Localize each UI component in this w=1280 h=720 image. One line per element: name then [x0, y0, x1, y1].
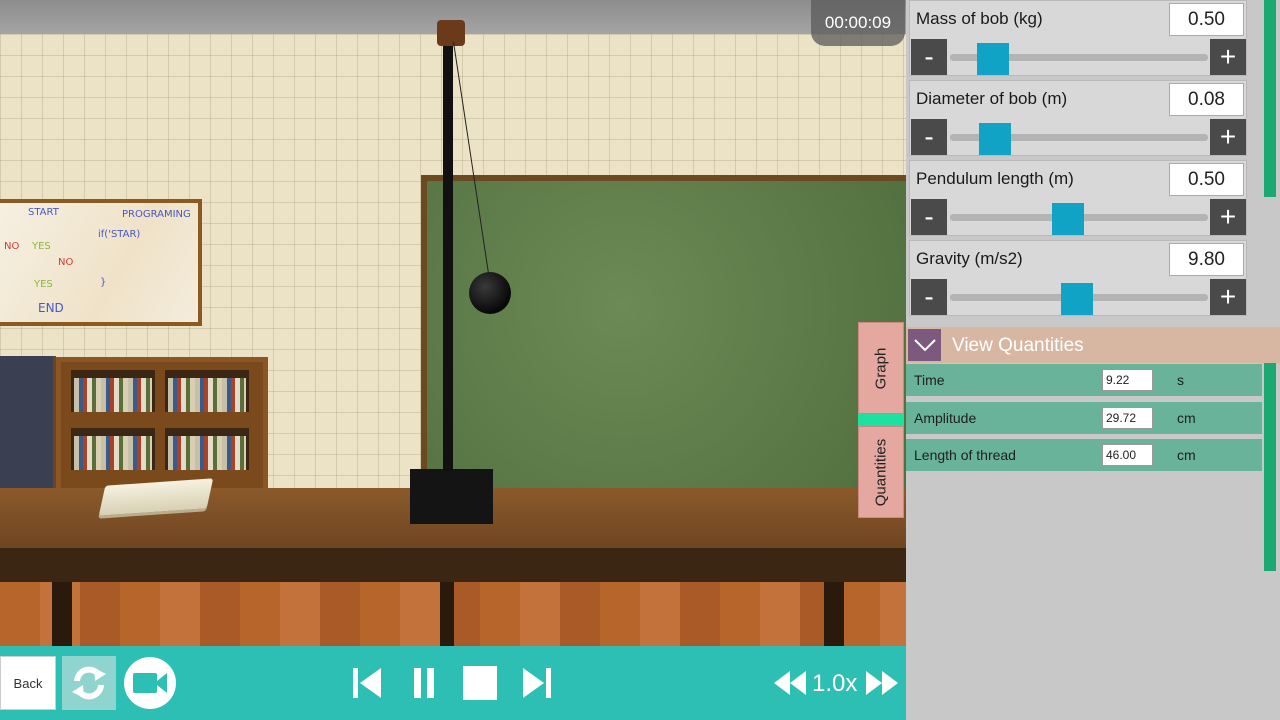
quantity-label: Length of thread [914, 447, 1016, 463]
quantity-value: 46.00 [1102, 444, 1153, 466]
param-value-input[interactable]: 9.80 [1169, 243, 1244, 276]
quantity-value: 9.22 [1102, 369, 1153, 391]
param-pendulum-length: Pendulum length (m) 0.50 - + [909, 160, 1247, 236]
increase-button[interactable]: + [1210, 279, 1246, 315]
tab-quantities[interactable]: Quantities [858, 426, 904, 518]
whiteboard-text: NO [4, 241, 20, 252]
decrease-button[interactable]: - [911, 279, 947, 315]
whiteboard: START PROGRAMING NO YES if('STAR) NO YES… [0, 199, 202, 326]
rewind-icon [774, 671, 806, 695]
table-leg [824, 582, 844, 652]
playback-toolbar: Back 1.0x [0, 646, 906, 720]
decrease-button[interactable]: - [911, 199, 947, 235]
decrease-button[interactable]: - [911, 119, 947, 155]
table-leg [440, 582, 454, 652]
tab-graph[interactable]: Graph [858, 322, 904, 414]
pendulum-stand-base [410, 469, 493, 524]
pendulum-bob[interactable] [469, 272, 511, 314]
elapsed-timer: 00:00:09 [811, 0, 905, 46]
skip-previous-button[interactable] [346, 662, 386, 704]
whiteboard-text: YES [32, 241, 51, 252]
slider-thumb[interactable] [977, 43, 1010, 75]
quantity-unit: s [1177, 372, 1184, 388]
param-label: Pendulum length (m) [916, 169, 1074, 188]
simulation-viewport[interactable]: START PROGRAMING NO YES if('STAR) NO YES… [0, 0, 906, 720]
param-label: Diameter of bob (m) [916, 89, 1068, 108]
increase-button[interactable]: + [1210, 119, 1246, 155]
whiteboard-text: } [100, 277, 107, 288]
whiteboard-text: END [38, 301, 64, 315]
param-diameter: Diameter of bob (m) 0.08 - + [909, 80, 1247, 156]
param-mass: Mass of bob (kg) 0.50 - + [909, 0, 1247, 76]
control-panel: Mass of bob (kg) 0.50 - + Diameter of bo… [906, 0, 1280, 720]
parameters-scrollbar[interactable] [1264, 0, 1276, 197]
active-tab-indicator [858, 414, 904, 426]
tab-quantities-label: Quantities [872, 438, 890, 506]
whiteboard-text: YES [34, 279, 53, 290]
param-value-input[interactable]: 0.50 [1169, 163, 1244, 196]
pendulum-stand-pole [443, 40, 453, 472]
fast-forward-button[interactable] [862, 662, 902, 704]
stop-button[interactable] [460, 662, 500, 704]
slider-thumb[interactable] [1051, 203, 1084, 235]
rewind-button[interactable] [770, 662, 810, 704]
param-label: Gravity (m/s2) [916, 249, 1023, 268]
video-camera-icon [133, 673, 167, 693]
refresh-icon [72, 666, 106, 700]
slider-thumb[interactable] [979, 123, 1012, 155]
simulation-app: START PROGRAMING NO YES if('STAR) NO YES… [0, 0, 1280, 720]
bookcase-shelf [71, 428, 155, 470]
bookcase-shelf [165, 370, 249, 412]
skip-previous-icon [353, 668, 381, 698]
quantity-unit: cm [1177, 410, 1196, 426]
pendulum-pivot [437, 20, 465, 46]
reset-button[interactable] [62, 656, 116, 710]
whiteboard-text: START [28, 207, 59, 218]
param-label: Mass of bob (kg) [916, 9, 1043, 28]
books [74, 378, 152, 412]
quantity-row-length-of-thread: Length of thread 46.00 cm [906, 439, 1262, 471]
param-value-input[interactable]: 0.08 [1169, 83, 1244, 116]
param-gravity: Gravity (m/s2) 9.80 - + [909, 240, 1247, 316]
back-button[interactable]: Back [0, 656, 56, 710]
bookshelf-left [0, 356, 56, 496]
quantity-unit: cm [1177, 447, 1196, 463]
whiteboard-text: PROGRAMING [122, 209, 191, 220]
bookcase-shelf [165, 428, 249, 470]
chevron-down-icon [913, 339, 936, 352]
fast-forward-icon [866, 671, 898, 695]
collapse-toggle[interactable] [908, 329, 941, 361]
pause-button[interactable] [404, 662, 444, 704]
playback-speed: 1.0x [812, 670, 858, 697]
skip-next-button[interactable] [518, 662, 558, 704]
books [168, 436, 246, 470]
quantities-scrollbar[interactable] [1264, 363, 1276, 571]
quantity-value: 29.72 [1102, 407, 1153, 429]
increase-button[interactable]: + [1210, 39, 1246, 75]
bookcase [56, 357, 268, 497]
chalkboard [421, 175, 906, 500]
stop-icon [463, 666, 497, 700]
bookcase-shelf [71, 370, 155, 412]
decrease-button[interactable]: - [911, 39, 947, 75]
table-leg [52, 582, 72, 652]
record-video-button[interactable] [124, 657, 176, 709]
quantity-label: Time [914, 372, 945, 388]
books [74, 436, 152, 470]
quantity-row-time: Time 9.22 s [906, 364, 1262, 396]
view-quantities-title: View Quantities [952, 335, 1084, 356]
increase-button[interactable]: + [1210, 199, 1246, 235]
quantity-label: Amplitude [914, 410, 977, 426]
books [168, 378, 246, 412]
lab-table-edge [0, 548, 906, 582]
quantity-row-amplitude: Amplitude 29.72 cm [906, 402, 1262, 434]
slider-thumb[interactable] [1060, 283, 1093, 315]
whiteboard-text: NO [58, 257, 74, 268]
view-quantities-header[interactable]: View Quantities [906, 327, 1280, 363]
param-value-input[interactable]: 0.50 [1169, 3, 1244, 36]
tab-graph-label: Graph [872, 347, 890, 389]
skip-next-icon [523, 668, 551, 698]
whiteboard-text: if('STAR) [98, 229, 141, 240]
pause-icon [414, 668, 434, 698]
